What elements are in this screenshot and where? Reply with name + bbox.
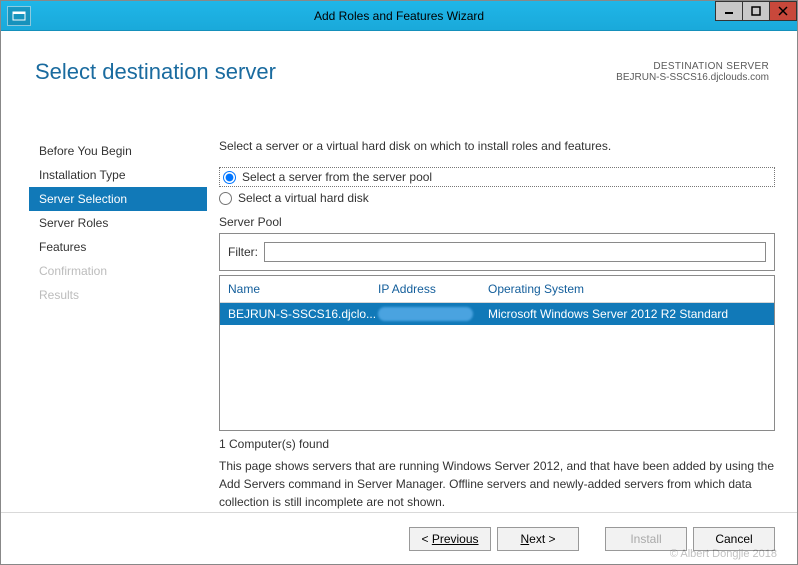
window-title: Add Roles and Features Wizard (1, 9, 797, 23)
ip-redacted (378, 307, 473, 321)
grid-header: Name IP Address Operating System (220, 276, 774, 303)
radio-vhd-row[interactable]: Select a virtual hard disk (219, 191, 775, 205)
sidebar-item-results: Results (29, 283, 207, 307)
window-controls (716, 1, 797, 21)
server-pool-label: Server Pool (219, 215, 775, 229)
radio-server-pool[interactable] (223, 171, 236, 184)
destination-value: BEJRUN-S-SSCS16.djclouds.com (616, 72, 769, 83)
previous-button[interactable]: < Previous (409, 527, 491, 551)
radio-server-pool-row[interactable]: Select a server from the server pool (219, 167, 775, 187)
sidebar-item-confirmation: Confirmation (29, 259, 207, 283)
help-text: This page shows servers that are running… (219, 457, 775, 511)
next-button[interactable]: Next > (497, 527, 579, 551)
sidebar-item-server-selection[interactable]: Server Selection (29, 187, 207, 211)
radio-server-pool-label: Select a server from the server pool (242, 170, 432, 184)
minimize-button[interactable] (715, 1, 743, 21)
col-header-name[interactable]: Name (228, 282, 378, 296)
cancel-button[interactable]: Cancel (693, 527, 775, 551)
watermark: © Albert Dongjie 2018 (670, 548, 777, 560)
computers-found: 1 Computer(s) found (219, 437, 775, 451)
filter-box: Filter: (219, 233, 775, 271)
destination-box: DESTINATION SERVER BEJRUN-S-SSCS16.djclo… (616, 61, 769, 83)
sidebar-item-before-you-begin[interactable]: Before You Begin (29, 139, 207, 163)
grid-body: BEJRUN-S-SSCS16.djclo... Microsoft Windo… (220, 303, 774, 430)
sidebar: Before You Begin Installation Type Serve… (29, 139, 207, 307)
cell-ip (378, 307, 488, 321)
maximize-button[interactable] (742, 1, 770, 21)
table-row[interactable]: BEJRUN-S-SSCS16.djclo... Microsoft Windo… (220, 303, 774, 325)
sidebar-item-server-roles[interactable]: Server Roles (29, 211, 207, 235)
main-panel: Select a server or a virtual hard disk o… (219, 139, 775, 502)
sidebar-item-installation-type[interactable]: Installation Type (29, 163, 207, 187)
titlebar: Add Roles and Features Wizard (1, 1, 797, 31)
col-header-ip[interactable]: IP Address (378, 282, 488, 296)
destination-label: DESTINATION SERVER (616, 61, 769, 72)
cell-name: BEJRUN-S-SSCS16.djclo... (228, 307, 378, 321)
install-button: Install (605, 527, 687, 551)
close-button[interactable] (769, 1, 797, 21)
col-header-os[interactable]: Operating System (488, 282, 766, 296)
cell-os: Microsoft Windows Server 2012 R2 Standar… (488, 307, 766, 321)
sidebar-item-features[interactable]: Features (29, 235, 207, 259)
radio-vhd-label: Select a virtual hard disk (238, 191, 369, 205)
instruction-text: Select a server or a virtual hard disk o… (219, 139, 775, 153)
radio-vhd[interactable] (219, 192, 232, 205)
filter-label: Filter: (228, 245, 258, 259)
server-grid: Name IP Address Operating System BEJRUN-… (219, 275, 775, 431)
filter-input[interactable] (264, 242, 766, 262)
